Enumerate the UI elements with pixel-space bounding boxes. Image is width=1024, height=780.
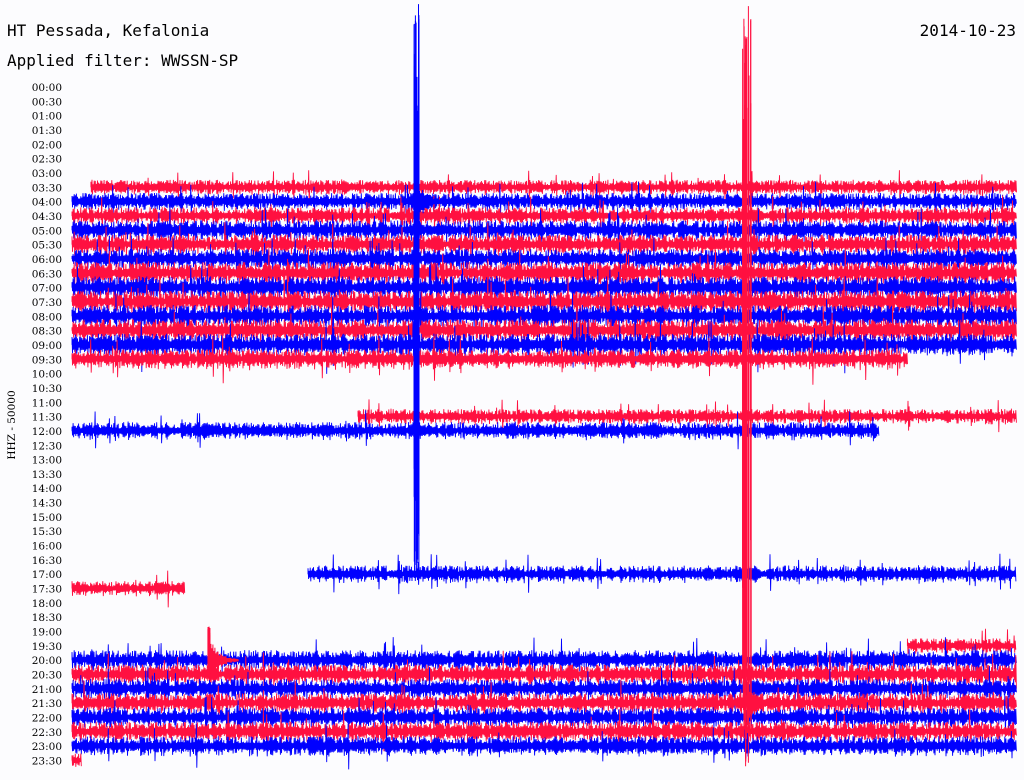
time-tick-label: 14:30 — [32, 498, 62, 510]
time-tick-label: 22:00 — [32, 713, 62, 725]
time-tick-label: 03:30 — [32, 182, 62, 194]
seismic-traces — [71, 170, 1017, 770]
event-1 — [742, 6, 777, 767]
time-tick-label: 21:30 — [32, 698, 62, 710]
time-tick-label: 15:30 — [32, 526, 62, 538]
time-tick-label: 08:30 — [32, 326, 62, 338]
time-tick-label: 09:30 — [32, 354, 62, 366]
time-tick-label: 18:30 — [32, 612, 62, 624]
time-tick-label: 02:00 — [32, 139, 62, 151]
time-tick-label: 13:00 — [32, 455, 62, 467]
date-label: 2014-10-23 — [920, 21, 1016, 40]
time-tick-label: 07:30 — [32, 297, 62, 309]
time-tick-label: 00:00 — [32, 82, 62, 94]
time-tick-label: 05:00 — [32, 225, 62, 237]
y-axis-label: HHZ - 50000 — [6, 390, 18, 459]
time-tick-label: 06:30 — [32, 268, 62, 280]
time-tick-label: 08:00 — [32, 311, 62, 323]
time-tick-label: 14:00 — [32, 483, 62, 495]
filter-subtitle: Applied filter: WWSSN-SP — [7, 51, 238, 70]
time-tick-label: 11:00 — [32, 397, 62, 409]
time-tick-label: 16:30 — [32, 555, 62, 567]
time-tick-label: 21:00 — [32, 684, 62, 696]
trace-2330 — [71, 753, 82, 767]
time-tick-label: 22:30 — [32, 727, 62, 739]
time-tick-label: 23:30 — [32, 756, 62, 768]
time-tick-label: 16:00 — [32, 541, 62, 553]
trace-1730 — [71, 570, 186, 608]
time-tick-label: 04:30 — [32, 211, 62, 223]
time-tick-label: 07:00 — [32, 283, 62, 295]
time-tick-label: 19:00 — [32, 627, 62, 639]
time-tick-label: 20:00 — [32, 655, 62, 667]
time-tick-label: 19:30 — [32, 641, 62, 653]
station-title: HT Pessada, Kefalonia — [7, 21, 209, 40]
time-tick-label: 10:30 — [32, 383, 62, 395]
time-tick-label: 12:00 — [32, 426, 62, 438]
time-tick-label: 18:00 — [32, 598, 62, 610]
time-tick-label: 02:30 — [32, 154, 62, 166]
helicorder-plot: HT Pessada, Kefalonia Applied filter: WW… — [6, 4, 1017, 770]
time-tick-label: 20:30 — [32, 670, 62, 682]
time-tick-label: 15:00 — [32, 512, 62, 524]
time-tick-label: 00:30 — [32, 96, 62, 108]
time-tick-label: 10:00 — [32, 369, 62, 381]
time-tick-label: 03:00 — [32, 168, 62, 180]
time-tick-label: 12:30 — [32, 440, 62, 452]
time-tick-label: 17:30 — [32, 584, 62, 596]
time-tick-label: 23:00 — [32, 741, 62, 753]
time-tick-labels: 00:00 00:30 01:00 01:30 02:00 02:30 03:00 03:30… — [32, 82, 62, 768]
time-tick-label: 17:00 — [32, 569, 62, 581]
time-tick-label: 09:00 — [32, 340, 62, 352]
time-tick-label: 01:00 — [32, 111, 62, 123]
time-tick-label: 04:00 — [32, 197, 62, 209]
time-tick-label: 13:30 — [32, 469, 62, 481]
time-tick-label: 11:30 — [32, 412, 62, 424]
time-tick-label: 05:30 — [32, 240, 62, 252]
time-tick-label: 06:00 — [32, 254, 62, 266]
time-tick-label: 01:30 — [32, 125, 62, 137]
